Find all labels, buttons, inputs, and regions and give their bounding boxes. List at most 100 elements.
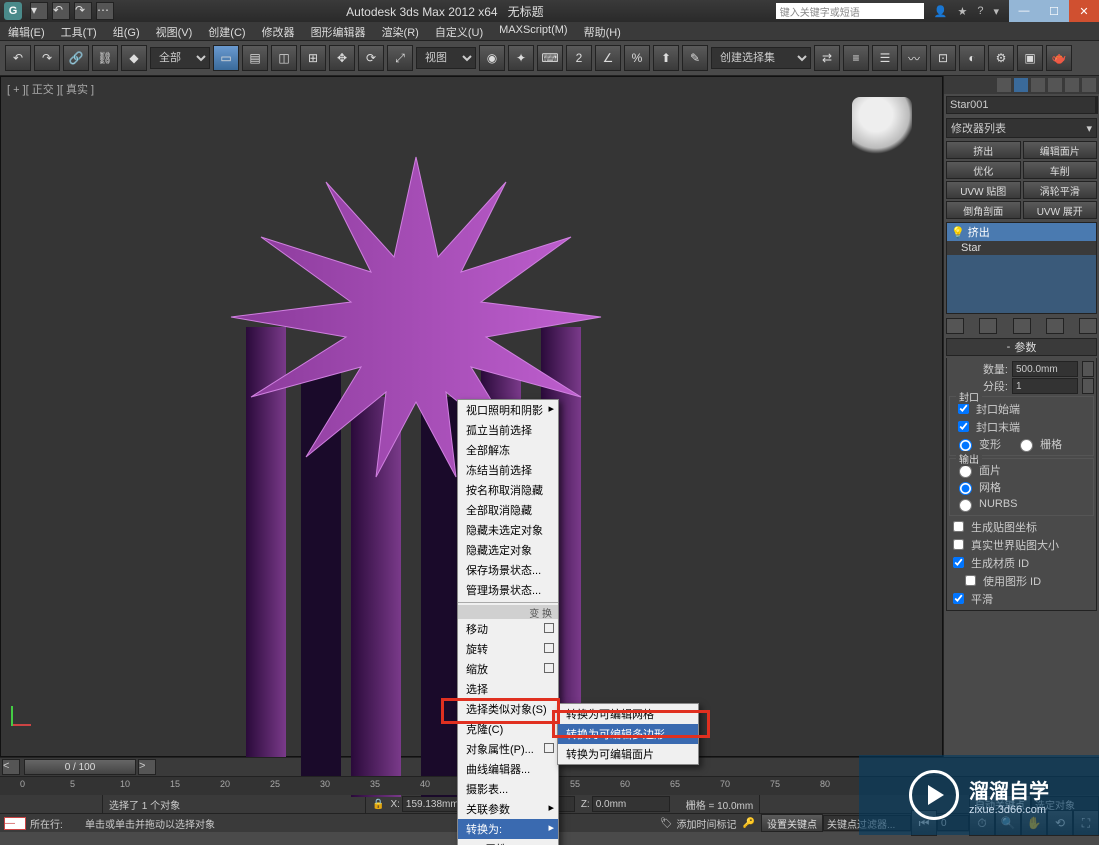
snap-percent-button[interactable]: % [624, 45, 650, 71]
select-button[interactable]: ▭ [213, 45, 239, 71]
render-button[interactable]: 🫖 [1046, 45, 1072, 71]
ctx-dope-sheet[interactable]: 摄影表... [458, 779, 558, 799]
make-unique-icon[interactable] [1013, 318, 1031, 334]
ctx-freeze-sel[interactable]: 冻结当前选择 [458, 460, 558, 480]
segments-spinner[interactable]: 1 [1012, 378, 1078, 394]
tab-utilities-icon[interactable] [1082, 78, 1096, 92]
spinner-snap-button[interactable]: ⬆ [653, 45, 679, 71]
manipulate-button[interactable]: ✦ [508, 45, 534, 71]
viewport[interactable]: [ + ][ 正交 ][ 真实 ] 视口照明和阴影 孤立当前选择 全部 [0, 76, 943, 757]
qat-btn[interactable]: ↶ [52, 2, 70, 20]
genmat-checkbox[interactable] [953, 557, 964, 568]
setkey-button[interactable]: 设置关键点 [761, 814, 823, 832]
menu-customize[interactable]: 自定义(U) [427, 22, 491, 40]
mod-btn[interactable]: 编辑面片 [1023, 141, 1098, 159]
ctx-object-props[interactable]: 对象属性(P)... [458, 739, 558, 759]
ctx-vr-props[interactable]: VR-属性 [458, 839, 558, 845]
ctx-move[interactable]: 移动 [458, 619, 558, 639]
tab-hierarchy-icon[interactable] [1031, 78, 1045, 92]
time-slider-handle[interactable]: 0 / 100 [24, 759, 136, 775]
named-selection-sets[interactable]: 创建选择集 [711, 47, 811, 69]
mesh-radio[interactable] [959, 482, 972, 495]
spinner-buttons[interactable] [1082, 378, 1094, 394]
tab-modify-icon[interactable] [1014, 78, 1028, 92]
render-setup-button[interactable]: ⚙ [988, 45, 1014, 71]
ctx-rotate[interactable]: 旋转 [458, 639, 558, 659]
redo-button[interactable]: ↷ [34, 45, 60, 71]
mod-btn[interactable]: 挤出 [946, 141, 1021, 159]
render-frame-button[interactable]: ▣ [1017, 45, 1043, 71]
menu-rendering[interactable]: 渲染(R) [374, 22, 427, 40]
genmap-checkbox[interactable] [953, 521, 964, 532]
snap-2d-button[interactable]: 2 [566, 45, 592, 71]
key-lock-icon[interactable]: 🔑 [743, 818, 755, 829]
configure-icon[interactable] [1079, 318, 1097, 334]
menu-grapheditors[interactable]: 图形编辑器 [303, 22, 374, 40]
help-dropdown-icon[interactable]: ▾ [993, 5, 999, 18]
ctx-isolate[interactable]: 孤立当前选择 [458, 420, 558, 440]
ref-coord-system[interactable]: 视图 [416, 47, 476, 69]
ctx-manage-state[interactable]: 管理场景状态... [458, 580, 558, 600]
schematic-button[interactable]: ⊡ [930, 45, 956, 71]
mod-btn[interactable]: 车削 [1023, 161, 1098, 179]
ctx-select[interactable]: 选择 [458, 679, 558, 699]
mirror-button[interactable]: ⇄ [814, 45, 840, 71]
menu-help[interactable]: 帮助(H) [576, 22, 629, 40]
link-button[interactable]: 🔗 [63, 45, 89, 71]
qat-btn[interactable]: ↷ [74, 2, 92, 20]
close-button[interactable]: ✕ [1069, 0, 1099, 22]
maximize-button[interactable]: ☐ [1039, 0, 1069, 22]
pin-stack-icon[interactable] [946, 318, 964, 334]
modifier-list-dropdown[interactable]: 修改器列表 [946, 118, 1097, 138]
select-name-button[interactable]: ▤ [242, 45, 268, 71]
patch-radio[interactable] [959, 465, 972, 478]
ctx-wire-params[interactable]: 关联参数 [458, 799, 558, 819]
ctx-select-similar[interactable]: 选择类似对象(S) [458, 699, 558, 719]
mod-btn[interactable]: 涡轮平滑 [1023, 181, 1098, 199]
grid-radio[interactable] [1020, 439, 1033, 452]
usemat-checkbox[interactable] [965, 575, 976, 586]
keyboard-shortcut-button[interactable]: ⌨ [537, 45, 563, 71]
menu-maxscript[interactable]: MAXScript(M) [491, 22, 575, 40]
object-name-input[interactable] [946, 96, 1096, 114]
unlink-button[interactable]: ⛓ [92, 45, 118, 71]
cap-end-checkbox[interactable] [958, 421, 969, 432]
ctx-convert-editable-mesh[interactable]: 转换为可编辑网格 [558, 704, 698, 724]
viewport-label[interactable]: [ + ][ 正交 ][ 真实 ] [7, 81, 94, 97]
align-button[interactable]: ≡ [843, 45, 869, 71]
stack-item-extrude[interactable]: 💡 挤出 [947, 223, 1096, 241]
scale-button[interactable]: ⤢ [387, 45, 413, 71]
menu-views[interactable]: 视图(V) [148, 22, 201, 40]
app-icon[interactable]: G [4, 2, 22, 20]
amount-spinner[interactable]: 500.0mm [1012, 361, 1078, 377]
spinner-buttons[interactable] [1082, 361, 1094, 377]
rollup-params-header[interactable]: -参数 [946, 338, 1097, 356]
mod-btn[interactable]: 优化 [946, 161, 1021, 179]
star-icon[interactable]: ★ [957, 5, 967, 18]
search-input[interactable]: 键入关键字或短语 [776, 3, 924, 19]
cap-start-checkbox[interactable] [958, 403, 969, 414]
pivot-button[interactable]: ◉ [479, 45, 505, 71]
tab-display-icon[interactable] [1065, 78, 1079, 92]
realworld-checkbox[interactable] [953, 539, 964, 550]
window-crossing-button[interactable]: ⊞ [300, 45, 326, 71]
ctx-unfreeze-all[interactable]: 全部解冻 [458, 440, 558, 460]
modifier-stack[interactable]: 💡 挤出 Star [946, 222, 1097, 314]
nurbs-radio[interactable] [959, 499, 972, 512]
ctx-save-state[interactable]: 保存场景状态... [458, 560, 558, 580]
menu-group[interactable]: 组(G) [105, 22, 148, 40]
ctx-clone[interactable]: 克隆(C) [458, 719, 558, 739]
named-sel-edit-button[interactable]: ✎ [682, 45, 708, 71]
signin-icon[interactable]: 👤 [934, 5, 948, 18]
mod-btn[interactable]: UVW 贴图 [946, 181, 1021, 199]
ctx-unhide-name[interactable]: 按名称取消隐藏 [458, 480, 558, 500]
move-button[interactable]: ✥ [329, 45, 355, 71]
object-color-swatch[interactable] [1096, 96, 1098, 114]
tab-create-icon[interactable] [997, 78, 1011, 92]
ctx-curve-editor[interactable]: 曲线编辑器... [458, 759, 558, 779]
remove-mod-icon[interactable] [1046, 318, 1064, 334]
add-time-tag[interactable]: 添加时间标记 [677, 816, 737, 831]
show-result-icon[interactable] [979, 318, 997, 334]
menu-create[interactable]: 创建(C) [200, 22, 253, 40]
ctx-scale[interactable]: 缩放 [458, 659, 558, 679]
